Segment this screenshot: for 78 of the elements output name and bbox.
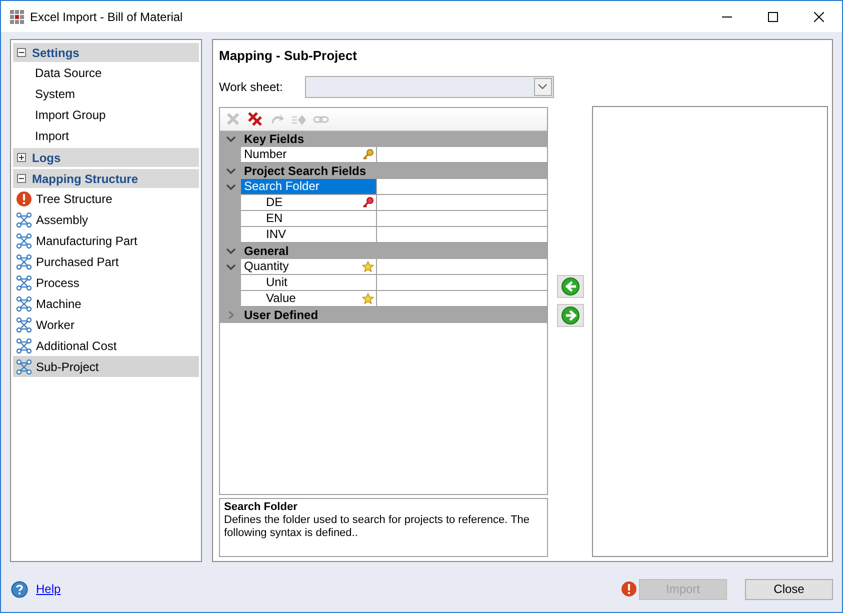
- description-text: Defines the folder used to search for projects to reference. The following syntax is defined..: [224, 514, 531, 540]
- sidebar-item[interactable]: Tree Structure: [13, 188, 199, 209]
- network-icon: [16, 296, 32, 312]
- chevron-down-icon: [226, 134, 236, 142]
- double-x-icon: [247, 110, 263, 126]
- arrow-right-icon: [560, 305, 580, 326]
- sidebar-item[interactable]: Data Source: [13, 62, 199, 83]
- chevron-down-icon: [226, 166, 236, 174]
- field-value-cell[interactable]: [377, 274, 547, 290]
- field-name-cell[interactable]: EN: [241, 210, 377, 226]
- group-header[interactable]: Mapping Structure: [13, 169, 199, 188]
- expand-icon[interactable]: [17, 153, 26, 162]
- collapse-icon[interactable]: [17, 174, 26, 183]
- field-name-cell[interactable]: INV: [241, 226, 377, 242]
- window-title: Excel Import - Bill of Material: [30, 8, 183, 26]
- help-icon: [11, 580, 28, 598]
- maximize-icon: [768, 12, 778, 22]
- group-header[interactable]: Settings: [13, 43, 199, 62]
- sidebar-item[interactable]: Process: [13, 272, 199, 293]
- error-icon: [16, 190, 32, 206]
- collapse-icon[interactable]: [17, 48, 26, 57]
- sidebar-item[interactable]: Worker: [13, 314, 199, 335]
- field-value-cell[interactable]: [377, 258, 547, 274]
- chevron-down-icon: [538, 84, 548, 89]
- key-icon: [362, 148, 374, 160]
- field-label: Work sheet:: [219, 78, 283, 96]
- field-value-cell[interactable]: [377, 290, 547, 306]
- section-header[interactable]: Key Fields: [220, 130, 547, 146]
- chevron-right-icon: [226, 310, 236, 318]
- network-icon: [16, 274, 32, 290]
- field-value-cell[interactable]: [377, 210, 547, 226]
- x-icon: [225, 110, 241, 126]
- field-name-cell[interactable]: Quantity: [241, 258, 377, 274]
- section-header[interactable]: User Defined: [220, 306, 547, 322]
- dialog-button[interactable]: Close: [745, 578, 833, 600]
- network-icon: [16, 358, 32, 374]
- network-icon: [16, 212, 32, 228]
- network-icon: [16, 338, 32, 354]
- panel-title: Mapping - Sub-Project: [219, 47, 358, 65]
- chevron-down-icon[interactable]: [226, 262, 236, 270]
- group-header[interactable]: Logs: [13, 148, 199, 167]
- key-icon: [362, 196, 374, 208]
- chevron-down-icon: [226, 246, 236, 254]
- help-link[interactable]: Help: [36, 580, 61, 598]
- toolbar-button[interactable]: [246, 110, 264, 128]
- sidebar-item[interactable]: Manufacturing Part: [13, 230, 199, 251]
- field-name-cell[interactable]: Value: [241, 290, 377, 306]
- field-name-cell[interactable]: Unit: [241, 274, 377, 290]
- description-title: Search Folder: [224, 501, 298, 514]
- sidebar-item[interactable]: Machine: [13, 293, 199, 314]
- sidebar-item[interactable]: Additional Cost: [13, 335, 199, 356]
- sidebar-item[interactable]: System: [13, 83, 199, 104]
- star-icon: [362, 292, 374, 304]
- worksheet-dropdown[interactable]: [304, 76, 554, 98]
- section-header[interactable]: General: [220, 242, 547, 258]
- field-value-cell[interactable]: [377, 178, 547, 194]
- network-icon: [16, 232, 32, 248]
- field-name-cell[interactable]: Search Folder: [241, 178, 377, 194]
- network-icon: [16, 316, 32, 332]
- network-icon: [16, 254, 32, 270]
- chevron-down-icon[interactable]: [226, 182, 236, 190]
- section-header[interactable]: Project Search Fields: [220, 162, 547, 178]
- move-button[interactable]: [556, 275, 584, 298]
- close-icon: [814, 12, 824, 22]
- arrow-left-icon: [560, 276, 580, 298]
- field-name-cell[interactable]: DE: [241, 194, 377, 210]
- field-value-cell[interactable]: [377, 146, 547, 162]
- app-icon: [10, 10, 24, 24]
- star-icon: [362, 260, 374, 272]
- sidebar-item[interactable]: Import Group: [13, 104, 199, 125]
- sidebar-item[interactable]: Import: [13, 125, 199, 146]
- sidebar-item[interactable]: Assembly: [13, 209, 199, 230]
- field-value-cell[interactable]: [377, 226, 547, 242]
- sidebar-item[interactable]: Purchased Part: [13, 251, 199, 272]
- sidebar-item[interactable]: Sub-Project: [13, 356, 199, 377]
- move-button[interactable]: [556, 304, 584, 328]
- field-name-cell[interactable]: Number: [241, 146, 377, 162]
- field-value-cell[interactable]: [377, 194, 547, 210]
